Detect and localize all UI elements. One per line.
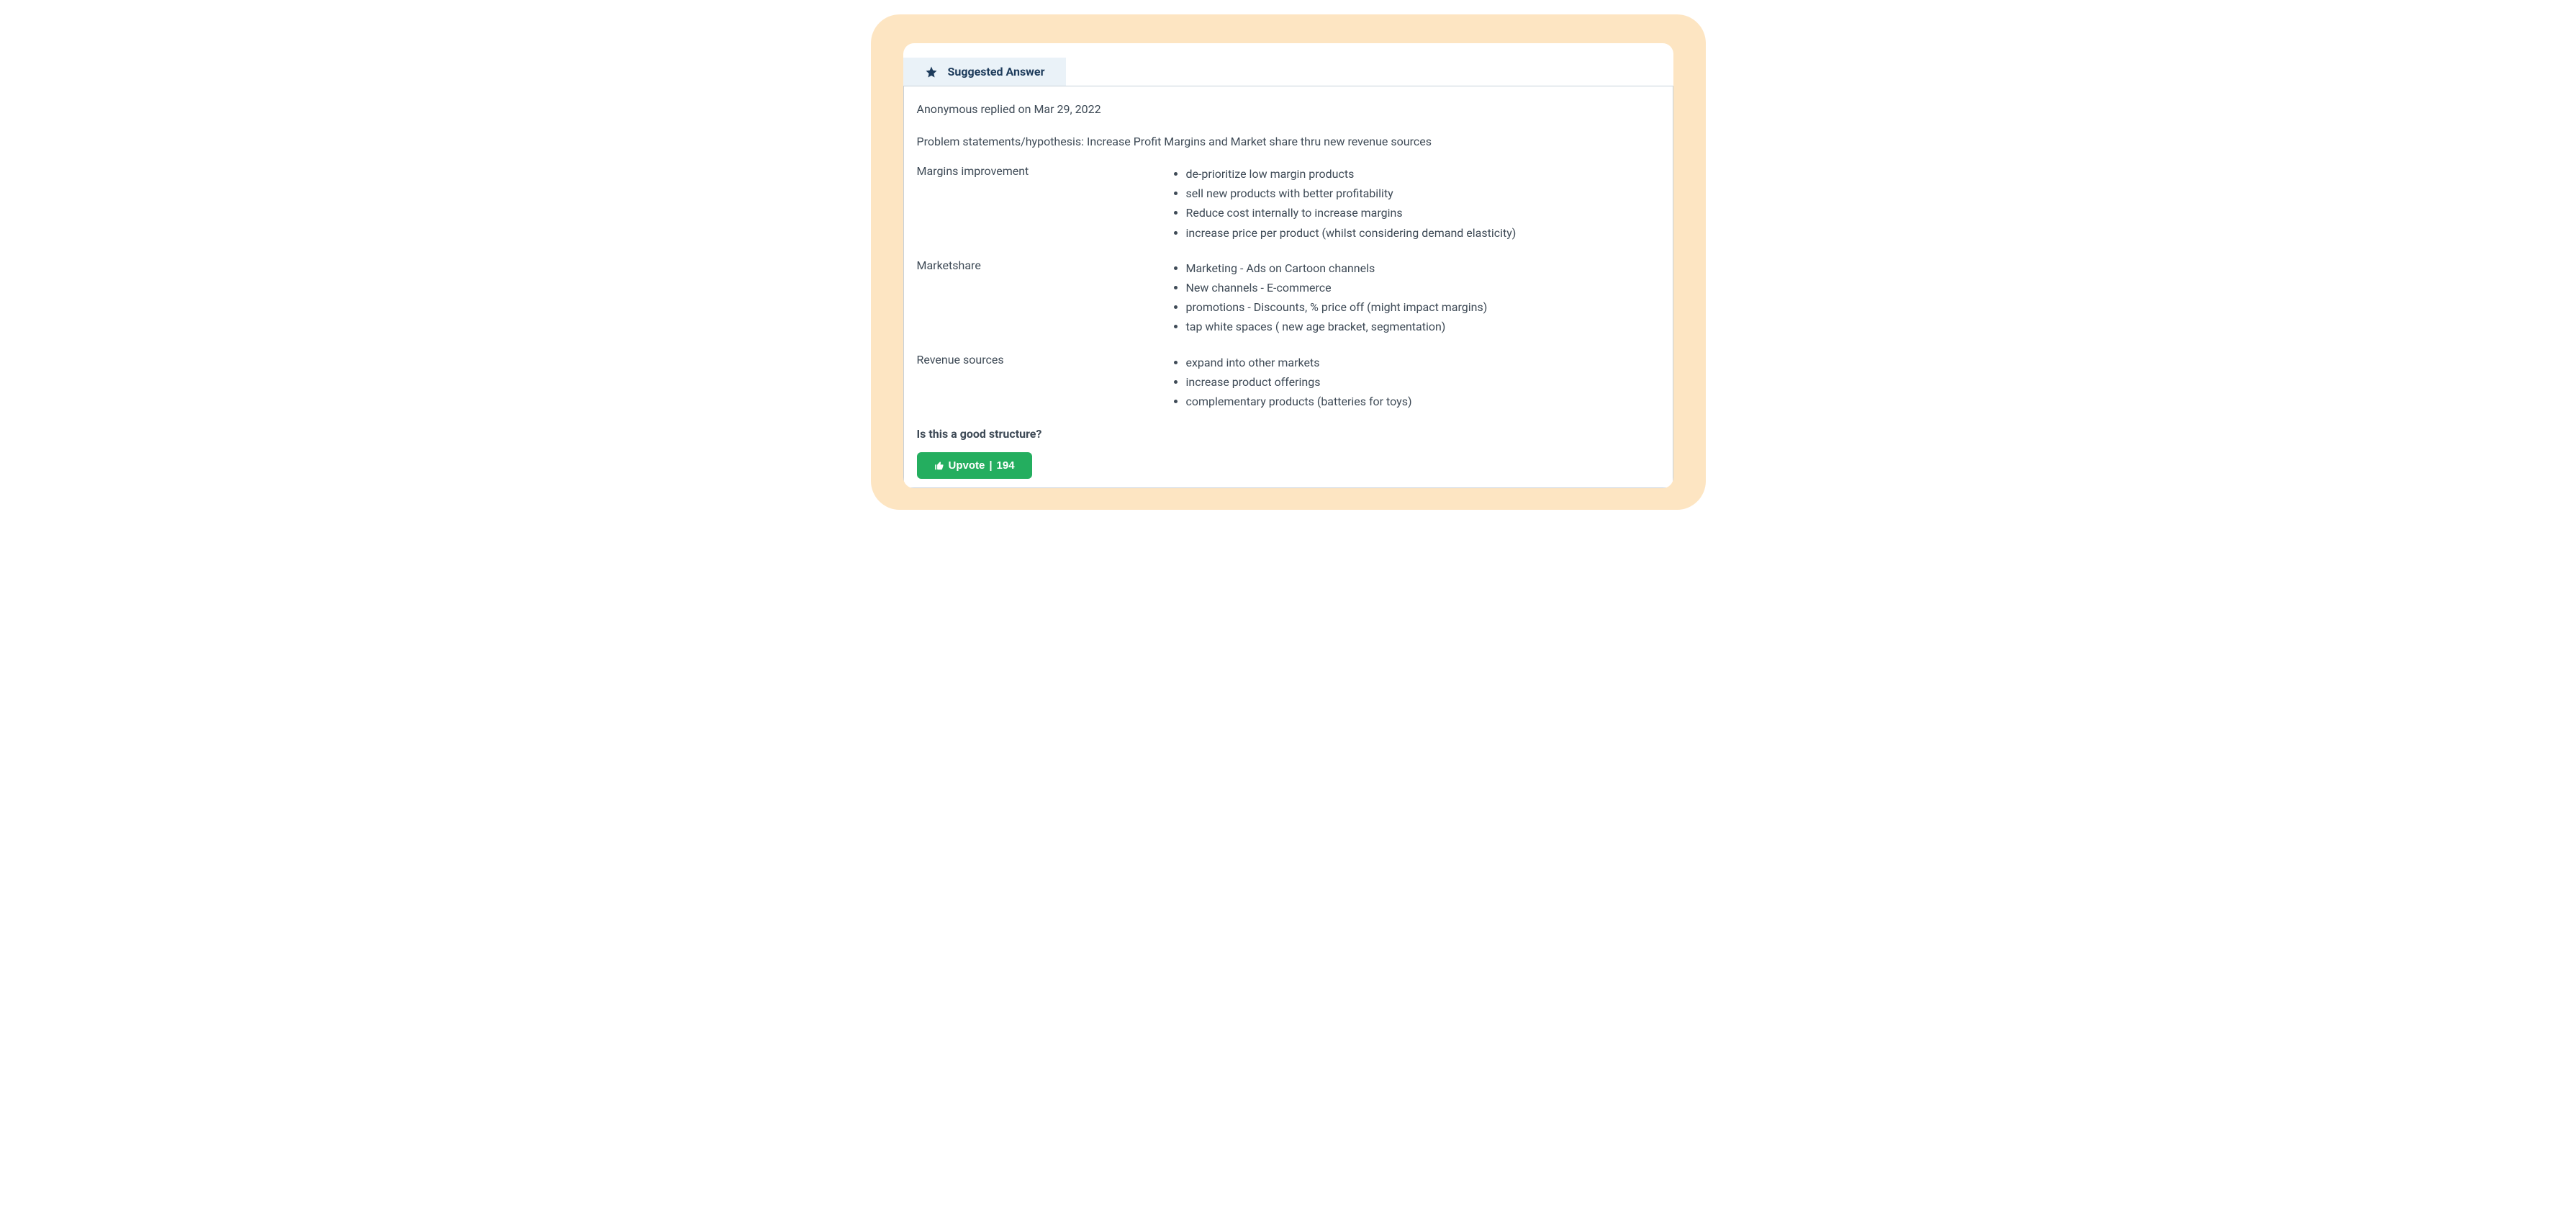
reply-date: Mar 29, 2022 bbox=[1034, 102, 1101, 116]
section-label: Marketshare bbox=[917, 258, 1169, 337]
list-item: New channels - E-commerce bbox=[1186, 278, 1488, 297]
list-item: de-prioritize low margin products bbox=[1186, 164, 1517, 184]
list-item: Marketing - Ads on Cartoon channels bbox=[1186, 258, 1488, 278]
list-item: increase price per product (whilst consi… bbox=[1186, 223, 1517, 243]
section-list: de-prioritize low margin products sell n… bbox=[1169, 164, 1517, 243]
upvote-separator: | bbox=[989, 459, 992, 472]
section-list: expand into other markets increase produ… bbox=[1169, 353, 1412, 412]
answer-box: Anonymous replied on Mar 29, 2022 Proble… bbox=[903, 86, 1673, 488]
upvote-label: Upvote bbox=[949, 459, 985, 472]
answer-card: Suggested Answer Anonymous replied on Ma… bbox=[903, 43, 1673, 488]
upvote-count: 194 bbox=[997, 459, 1015, 472]
outer-frame: Suggested Answer Anonymous replied on Ma… bbox=[871, 14, 1706, 510]
section-label: Margins improvement bbox=[917, 164, 1169, 243]
list-item: sell new products with better profitabil… bbox=[1186, 184, 1517, 203]
problem-statement: Problem statements/hypothesis: Increase … bbox=[917, 135, 1660, 148]
section-row: Marketshare Marketing - Ads on Cartoon c… bbox=[917, 258, 1660, 337]
section-list: Marketing - Ads on Cartoon channels New … bbox=[1169, 258, 1488, 337]
star-icon bbox=[925, 66, 938, 78]
suggested-answer-tab[interactable]: Suggested Answer bbox=[903, 58, 1067, 86]
closing-question: Is this a good structure? bbox=[917, 427, 1660, 441]
suggested-answer-label: Suggested Answer bbox=[948, 65, 1045, 78]
upvote-button[interactable]: Upvote | 194 bbox=[917, 452, 1032, 479]
reply-line: Anonymous replied on Mar 29, 2022 bbox=[917, 102, 1660, 116]
section-row: Revenue sources expand into other market… bbox=[917, 353, 1660, 412]
list-item: tap white spaces ( new age bracket, segm… bbox=[1186, 317, 1488, 336]
reply-verb: replied on bbox=[981, 102, 1031, 116]
thumbs-up-icon bbox=[934, 461, 944, 471]
list-item: Reduce cost internally to increase margi… bbox=[1186, 203, 1517, 222]
list-item: complementary products (batteries for to… bbox=[1186, 392, 1412, 411]
section-row: Margins improvement de-prioritize low ma… bbox=[917, 164, 1660, 243]
list-item: increase product offerings bbox=[1186, 372, 1412, 392]
list-item: expand into other markets bbox=[1186, 353, 1412, 372]
reply-author: Anonymous bbox=[917, 102, 978, 116]
list-item: promotions - Discounts, % price off (mig… bbox=[1186, 297, 1488, 317]
section-label: Revenue sources bbox=[917, 353, 1169, 412]
